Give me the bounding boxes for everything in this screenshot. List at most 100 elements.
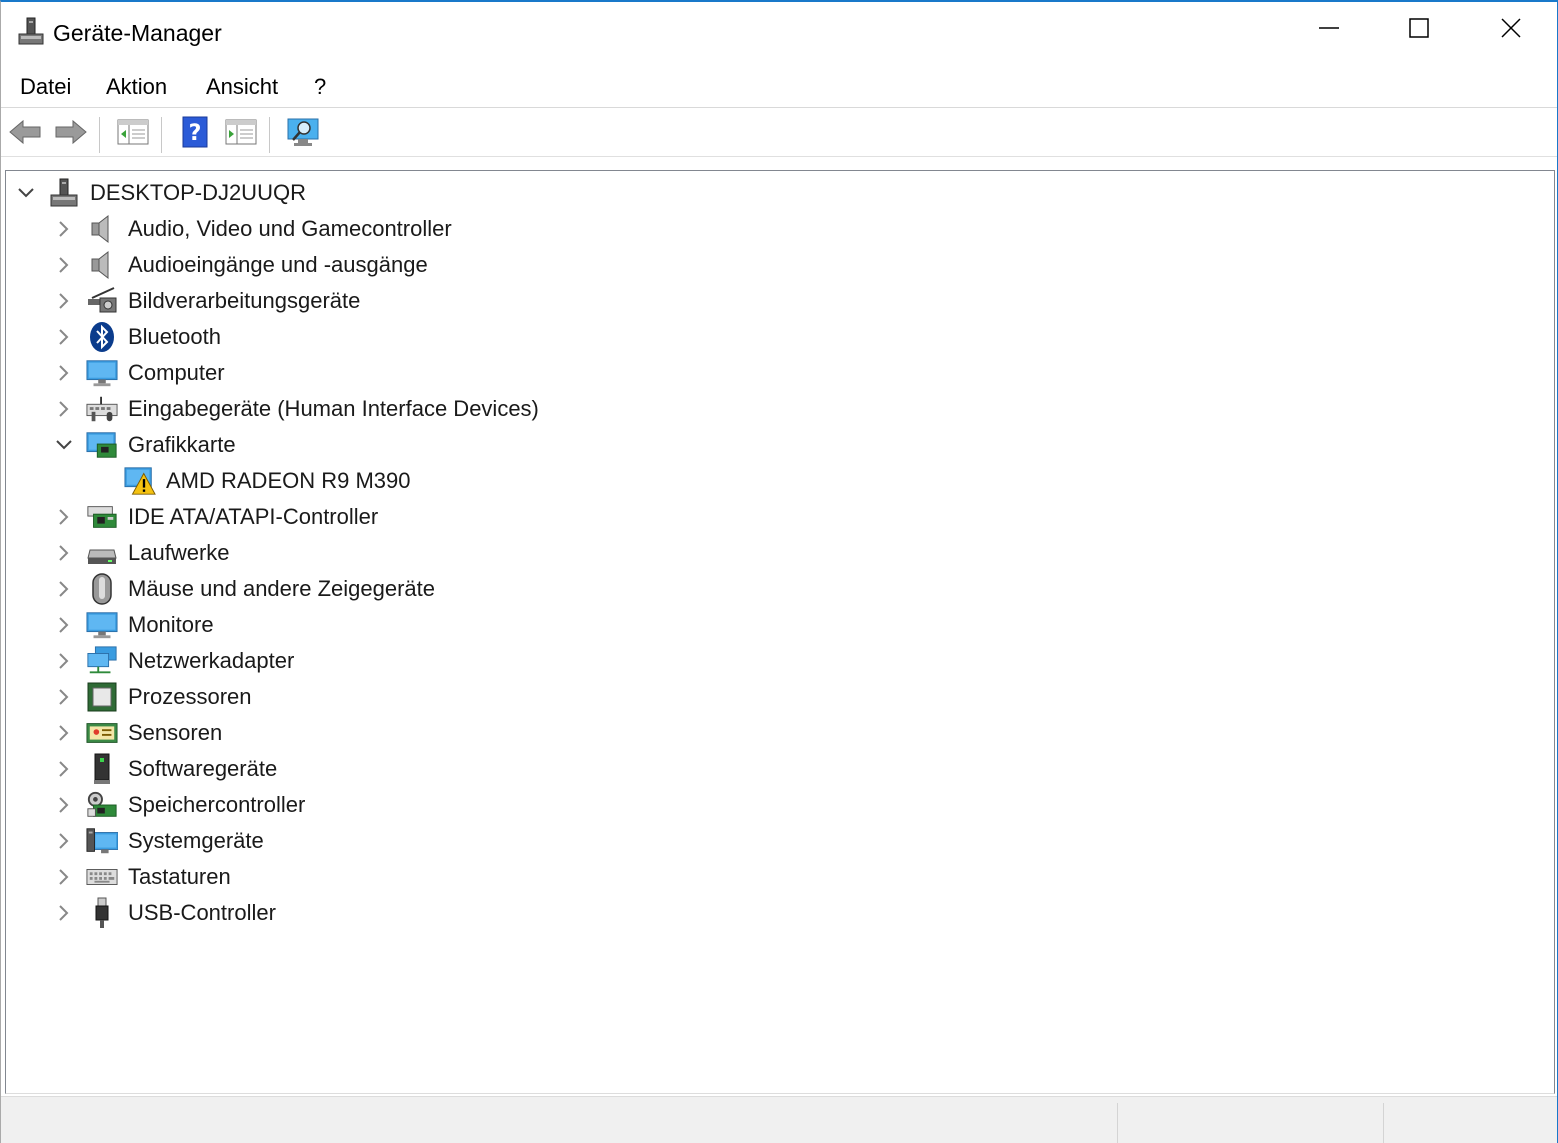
display-adapter-icon [86, 429, 118, 461]
mouse-icon [86, 573, 118, 605]
speaker-icon [86, 249, 118, 281]
window-title: Geräte-Manager [53, 20, 222, 46]
chevron-right-icon[interactable] [54, 399, 74, 419]
tree-category-audio-video[interactable]: Audio, Video und Gamecontroller [6, 211, 606, 247]
tree-category-mice[interactable]: Mäuse und andere Zeigegeräte [6, 571, 606, 607]
tree-category-label: IDE ATA/ATAPI-Controller [128, 504, 379, 529]
chevron-right-icon[interactable] [54, 291, 74, 311]
tree-category-label: Grafikkarte [128, 432, 236, 457]
tree-category-label: USB-Controller [128, 900, 276, 925]
chevron-right-icon[interactable] [54, 327, 74, 347]
tree-category-audio-io[interactable]: Audioeingänge und -ausgänge [6, 247, 606, 283]
usb-icon [86, 897, 118, 929]
tree-category-keyboards[interactable]: Tastaturen [6, 859, 606, 895]
properties-panel-icon [225, 118, 257, 151]
chevron-right-icon[interactable] [54, 255, 74, 275]
chevron-right-icon[interactable] [54, 363, 74, 383]
tree-category-disk-drives[interactable]: Laufwerke [6, 535, 606, 571]
menu-aktion[interactable]: Aktion [106, 74, 167, 100]
chevron-right-icon[interactable] [54, 795, 74, 815]
chevron-right-icon[interactable] [54, 615, 74, 635]
toolbar-separator [99, 117, 100, 153]
chevron-right-icon[interactable] [54, 903, 74, 923]
tree-category-usb[interactable]: USB-Controller [6, 895, 606, 931]
tree-category-network[interactable]: Netzwerkadapter [6, 643, 606, 679]
tree-category-monitors[interactable]: Monitore [6, 607, 606, 643]
device-manager-window: Geräte-Manager Datei Aktion Ansicht ? ? … [0, 0, 1558, 1143]
storage-controller-icon [86, 789, 118, 821]
tree-category-label: Sensoren [128, 720, 223, 745]
chevron-right-icon[interactable] [54, 507, 74, 527]
tree-category-software-devices[interactable]: Softwaregeräte [6, 751, 606, 787]
back-arrow-icon [8, 118, 42, 151]
forward-button[interactable] [53, 117, 89, 151]
chevron-right-icon[interactable] [54, 831, 74, 851]
status-separator [1383, 1103, 1384, 1143]
tree-category-computer[interactable]: Computer [6, 355, 606, 391]
back-button[interactable] [7, 117, 43, 151]
status-separator [1117, 1103, 1118, 1143]
keyboard-icon [86, 861, 118, 893]
maximize-button[interactable] [1373, 2, 1465, 54]
chevron-right-icon[interactable] [54, 867, 74, 887]
computer-tower-icon [48, 177, 80, 209]
tree-category-label: Netzwerkadapter [128, 648, 295, 673]
tree-category-label: Laufwerke [128, 540, 230, 565]
tree-category-label: Mäuse und andere Zeigegeräte [128, 576, 435, 601]
system-devices-icon [86, 825, 118, 857]
tree-root-node[interactable]: DESKTOP-DJ2UUQR [6, 175, 606, 211]
speaker-icon [86, 213, 118, 245]
menu-datei[interactable]: Datei [20, 74, 71, 100]
toolbar: ? [1, 109, 1557, 157]
chevron-right-icon[interactable] [54, 543, 74, 563]
tree-category-label: Monitore [128, 612, 214, 637]
help-icon: ? [181, 116, 209, 153]
tree-category-label: Bildverarbeitungsgeräte [128, 288, 361, 313]
properties-panel-button[interactable] [223, 117, 259, 151]
tree-category-label: Softwaregeräte [128, 756, 278, 781]
monitor-icon [86, 609, 118, 641]
tree-category-label: Audioeingänge und -ausgänge [128, 252, 428, 277]
tree-category-bluetooth[interactable]: Bluetooth [6, 319, 606, 355]
tree-category-storage-controllers[interactable]: Speichercontroller [6, 787, 606, 823]
tree-category-label: Prozessoren [128, 684, 252, 709]
show-hide-console-tree-icon [117, 118, 149, 151]
chevron-right-icon[interactable] [54, 651, 74, 671]
tree-category-sensors[interactable]: Sensoren [6, 715, 606, 751]
status-bar [1, 1096, 1557, 1143]
chevron-right-icon[interactable] [54, 579, 74, 599]
device-tree[interactable]: DESKTOP-DJ2UUQR Audio, Video und Gamecon… [5, 170, 1555, 1094]
software-device-icon [86, 753, 118, 785]
tree-root-label: DESKTOP-DJ2UUQR [90, 180, 306, 205]
chevron-right-icon[interactable] [54, 687, 74, 707]
tree-category-system-devices[interactable]: Systemgeräte [6, 823, 606, 859]
chevron-down-icon[interactable] [54, 435, 74, 455]
scan-hardware-button[interactable] [285, 117, 321, 151]
tree-category-label: Systemgeräte [128, 828, 264, 853]
title-bar[interactable]: Geräte-Manager [1, 2, 1557, 66]
menu-bar: Datei Aktion Ansicht ? [1, 66, 1557, 108]
chevron-right-icon[interactable] [54, 219, 74, 239]
toolbar-separator [161, 117, 162, 153]
help-button[interactable]: ? [177, 116, 213, 153]
menu-help[interactable]: ? [314, 74, 326, 100]
tree-category-display-adapter[interactable]: Grafikkarte [6, 427, 606, 463]
minimize-button[interactable] [1283, 2, 1375, 54]
tree-category-hid[interactable]: Eingabegeräte (Human Interface Devices) [6, 391, 706, 427]
tree-category-imaging[interactable]: Bildverarbeitungsgeräte [6, 283, 606, 319]
menu-ansicht[interactable]: Ansicht [206, 74, 278, 100]
show-hide-console-tree-button[interactable] [115, 117, 151, 151]
device-manager-app-icon [17, 16, 45, 48]
tree-category-label: Bluetooth [128, 324, 221, 349]
chevron-down-icon[interactable] [16, 183, 36, 203]
chevron-right-icon[interactable] [54, 759, 74, 779]
scan-hardware-icon [286, 116, 320, 153]
tree-category-processors[interactable]: Prozessoren [6, 679, 606, 715]
chevron-right-icon[interactable] [54, 723, 74, 743]
tree-category-label: Computer [128, 360, 225, 385]
tree-category-ide[interactable]: IDE ATA/ATAPI-Controller [6, 499, 606, 535]
sensor-icon [86, 717, 118, 749]
monitor-icon [86, 357, 118, 389]
tree-device-amd-radeon[interactable]: AMD RADEON R9 M390 [6, 463, 606, 499]
close-button[interactable] [1465, 2, 1557, 54]
